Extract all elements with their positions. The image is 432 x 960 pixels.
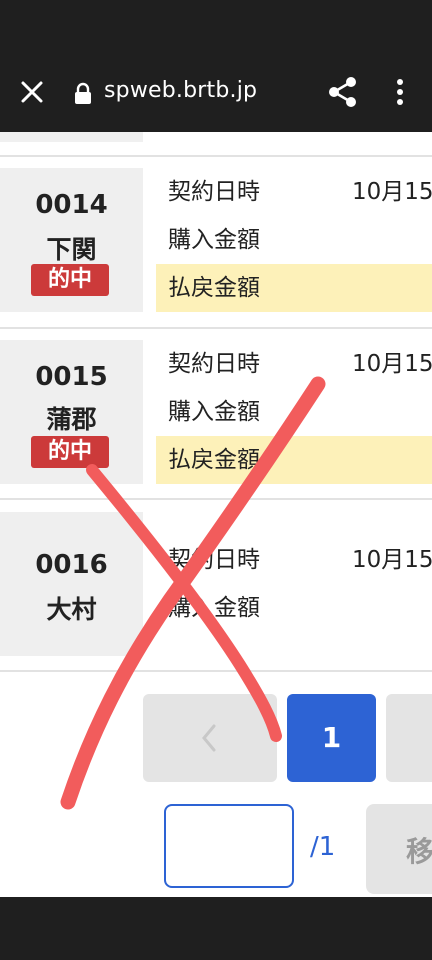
race-header: 0014 下関 的中 <box>0 168 143 312</box>
race-header: 0016 大村 <box>0 512 143 656</box>
row-label: 購入金額 <box>168 399 260 425</box>
payout-amount-row: 払戻金額 <box>156 264 432 312</box>
pagination: 1 /1 移 <box>0 672 432 897</box>
row-value: 10月15 <box>352 547 432 573</box>
purchase-amount-row: 購入金額 <box>156 584 432 632</box>
close-icon[interactable] <box>18 78 46 106</box>
row-value: 10月15 <box>352 351 432 377</box>
url-text[interactable]: spweb.brtb.jp <box>104 78 257 103</box>
race-venue: 下関 <box>46 235 97 264</box>
row-label: 契約日時 <box>168 179 260 205</box>
prev-page-button[interactable] <box>143 694 277 782</box>
move-button-label: 移 <box>406 835 432 868</box>
purchase-amount-row: 購入金額 <box>156 388 432 436</box>
page-content: 0014 下関 的中 契約日時 10月15 購入金額 払戻金額 0015 蒲郡 … <box>0 132 432 897</box>
system-nav-bar <box>0 897 432 960</box>
divider <box>0 498 432 500</box>
divider <box>0 327 432 329</box>
row-label: 購入金額 <box>168 595 260 621</box>
row-label: 契約日時 <box>168 547 260 573</box>
previous-race-stub <box>0 132 143 142</box>
lock-icon <box>75 82 91 104</box>
divider <box>0 155 432 157</box>
race-card[interactable]: 0014 下関 的中 契約日時 10月15 購入金額 払戻金額 <box>0 168 432 312</box>
row-label: 購入金額 <box>168 227 260 253</box>
page-jump-input[interactable] <box>164 804 294 888</box>
contract-datetime-row: 契約日時 10月15 <box>156 168 432 216</box>
share-icon[interactable] <box>328 76 358 108</box>
race-venue: 大村 <box>46 595 97 624</box>
race-number: 0015 <box>35 362 108 392</box>
page-total: /1 <box>310 832 336 862</box>
contract-datetime-row: 契約日時 10月15 <box>156 536 432 584</box>
url-bar: spweb.brtb.jp <box>0 62 432 124</box>
race-number: 0016 <box>35 550 108 580</box>
chevron-left-icon <box>202 724 216 752</box>
row-label: 払戻金額 <box>168 275 260 301</box>
more-vert-icon[interactable] <box>392 76 408 108</box>
row-label: 契約日時 <box>168 351 260 377</box>
race-number: 0014 <box>35 190 108 220</box>
race-venue: 蒲郡 <box>46 405 97 434</box>
race-card[interactable]: 0015 蒲郡 的中 契約日時 10月15 購入金額 払戻金額 <box>0 340 432 484</box>
purchase-amount-row: 購入金額 <box>156 216 432 264</box>
browser-toolbar: spweb.brtb.jp <box>0 0 432 132</box>
payout-amount-row: 払戻金額 <box>156 436 432 484</box>
move-page-button[interactable]: 移 <box>366 804 432 894</box>
race-card[interactable]: 0016 大村 契約日時 10月15 購入金額 <box>0 512 432 656</box>
page-number-button[interactable]: 1 <box>287 694 376 782</box>
hit-badge: 的中 <box>31 436 109 468</box>
hit-badge: 的中 <box>31 264 109 296</box>
contract-datetime-row: 契約日時 10月15 <box>156 340 432 388</box>
row-label: 払戻金額 <box>168 447 260 473</box>
next-page-button[interactable] <box>386 694 432 782</box>
race-header: 0015 蒲郡 的中 <box>0 340 143 484</box>
row-value: 10月15 <box>352 179 432 205</box>
